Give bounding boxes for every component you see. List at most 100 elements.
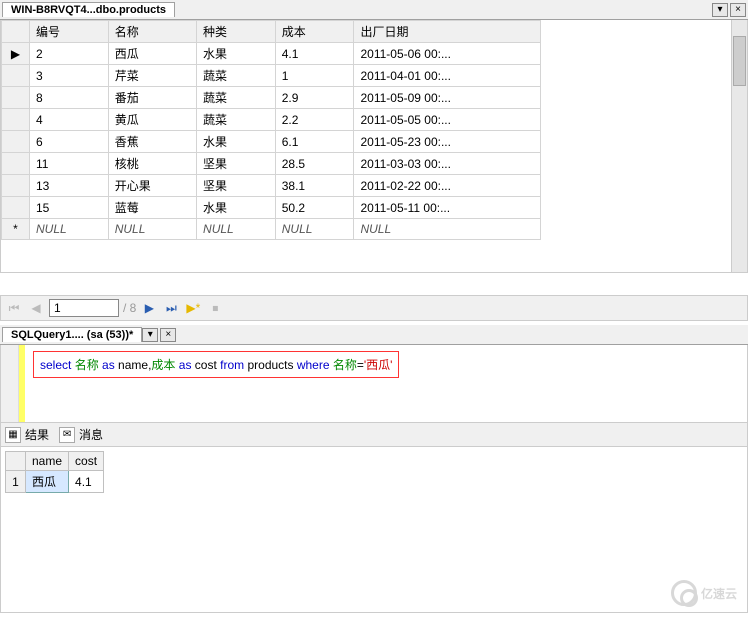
cell[interactable]: 2011-04-01 00:... [354,65,541,87]
col-name[interactable]: 名称 [108,21,196,43]
cell[interactable]: 11 [30,153,109,175]
cell-null[interactable]: NULL [108,219,196,240]
page-input[interactable] [49,299,119,317]
cell[interactable]: 28.5 [275,153,354,175]
new-row-button[interactable]: ▶* [184,299,202,317]
results-grid[interactable]: name cost 1 西瓜 4.1 [5,451,104,493]
row-selector[interactable] [2,87,30,109]
cell[interactable]: 2011-05-11 00:... [354,197,541,219]
table-tab[interactable]: WIN-B8RVQT4...dbo.products [2,2,175,17]
cell[interactable]: 蔬菜 [197,109,276,131]
cell[interactable]: 2011-02-22 00:... [354,175,541,197]
vertical-scrollbar[interactable] [731,20,747,272]
row-selector[interactable] [2,109,30,131]
cell[interactable]: 13 [30,175,109,197]
cell[interactable]: 蔬菜 [197,65,276,87]
cell[interactable]: 蔬菜 [197,87,276,109]
cell[interactable]: 2.9 [275,87,354,109]
row-selector[interactable] [2,131,30,153]
result-corner [6,452,26,471]
cell[interactable]: 2 [30,43,109,65]
cell[interactable]: 西瓜 [108,43,196,65]
cell[interactable]: 4 [30,109,109,131]
cell[interactable]: 蓝莓 [108,197,196,219]
result-cell-cost[interactable]: 4.1 [69,471,104,493]
col-type[interactable]: 种类 [197,21,276,43]
cell[interactable]: 水果 [197,131,276,153]
cell[interactable]: 2011-03-03 00:... [354,153,541,175]
stop-button[interactable]: ⏹ [206,299,224,317]
result-cell-name[interactable]: 西瓜 [26,471,69,493]
first-button[interactable]: ⏮ [5,299,23,317]
table-row[interactable]: 13开心果坚果38.12011-02-22 00:... [2,175,541,197]
prev-button[interactable]: ◀ [27,299,45,317]
row-selector[interactable]: * [2,219,30,240]
table-row-new[interactable]: *NULLNULLNULLNULLNULL [2,219,541,240]
result-col-cost[interactable]: cost [69,452,104,471]
data-grid[interactable]: 编号 名称 种类 成本 出厂日期 ▶2西瓜水果4.12011-05-06 00:… [1,20,541,240]
row-selector[interactable]: ▶ [2,43,30,65]
cell[interactable]: 50.2 [275,197,354,219]
cell-null[interactable]: NULL [275,219,354,240]
cell[interactable]: 黄瓜 [108,109,196,131]
table-row[interactable]: 6香蕉水果6.12011-05-23 00:... [2,131,541,153]
pager-toolbar: ⏮ ◀ / 8 ▶ ⏭ ▶* ⏹ [0,295,748,321]
cell[interactable]: 番茄 [108,87,196,109]
cell[interactable]: 水果 [197,197,276,219]
cell[interactable]: 水果 [197,43,276,65]
cell-null[interactable]: NULL [197,219,276,240]
sql-highlight-box: select 名称 as name,成本 as cost from produc… [33,351,399,378]
dropdown-button[interactable]: ▾ [712,3,728,17]
col-cost[interactable]: 成本 [275,21,354,43]
sql-code[interactable]: select 名称 as name,成本 as cost from produc… [25,345,747,422]
query-tab-bar: SQLQuery1.... (sa (53))* ▾ × [0,325,748,345]
query-tab[interactable]: SQLQuery1.... (sa (53))* [2,327,142,342]
sql-editor[interactable]: select 名称 as name,成本 as cost from produc… [0,345,748,423]
table-row[interactable]: ▶2西瓜水果4.12011-05-06 00:... [2,43,541,65]
messages-icon: ✉ [59,427,75,443]
last-button[interactable]: ⏭ [162,299,180,317]
cell[interactable]: 2.2 [275,109,354,131]
cell[interactable]: 1 [275,65,354,87]
cell-null[interactable]: NULL [30,219,109,240]
cell[interactable]: 2011-05-06 00:... [354,43,541,65]
results-toolbar: ▦ 结果 ✉ 消息 [0,423,748,447]
cell[interactable]: 38.1 [275,175,354,197]
cell[interactable]: 2011-05-09 00:... [354,87,541,109]
cell[interactable]: 2011-05-05 00:... [354,109,541,131]
messages-tab[interactable]: ✉ 消息 [59,426,103,443]
cell[interactable]: 4.1 [275,43,354,65]
cell[interactable]: 开心果 [108,175,196,197]
cell-null[interactable]: NULL [354,219,541,240]
row-selector[interactable] [2,65,30,87]
cell[interactable]: 坚果 [197,175,276,197]
row-header-blank [2,21,30,43]
query-close-button[interactable]: × [160,328,176,342]
results-tab[interactable]: ▦ 结果 [5,426,49,443]
row-selector[interactable] [2,175,30,197]
close-tab-button[interactable]: × [730,3,746,17]
col-id[interactable]: 编号 [30,21,109,43]
table-row[interactable]: 8番茄蔬菜2.92011-05-09 00:... [2,87,541,109]
cell[interactable]: 香蕉 [108,131,196,153]
table-row[interactable]: 3芹菜蔬菜12011-04-01 00:... [2,65,541,87]
cell[interactable]: 15 [30,197,109,219]
cell[interactable]: 6.1 [275,131,354,153]
result-col-name[interactable]: name [26,452,69,471]
cell[interactable]: 2011-05-23 00:... [354,131,541,153]
row-selector[interactable] [2,197,30,219]
next-button[interactable]: ▶ [140,299,158,317]
cell[interactable]: 芹菜 [108,65,196,87]
table-row[interactable]: 15蓝莓水果50.22011-05-11 00:... [2,197,541,219]
cell[interactable]: 核桃 [108,153,196,175]
cell[interactable]: 坚果 [197,153,276,175]
query-dropdown-button[interactable]: ▾ [142,328,158,342]
col-date[interactable]: 出厂日期 [354,21,541,43]
cell[interactable]: 6 [30,131,109,153]
cell[interactable]: 8 [30,87,109,109]
cell[interactable]: 3 [30,65,109,87]
row-selector[interactable] [2,153,30,175]
result-row[interactable]: 1 西瓜 4.1 [6,471,104,493]
table-row[interactable]: 11核桃坚果28.52011-03-03 00:... [2,153,541,175]
table-row[interactable]: 4黄瓜蔬菜2.22011-05-05 00:... [2,109,541,131]
